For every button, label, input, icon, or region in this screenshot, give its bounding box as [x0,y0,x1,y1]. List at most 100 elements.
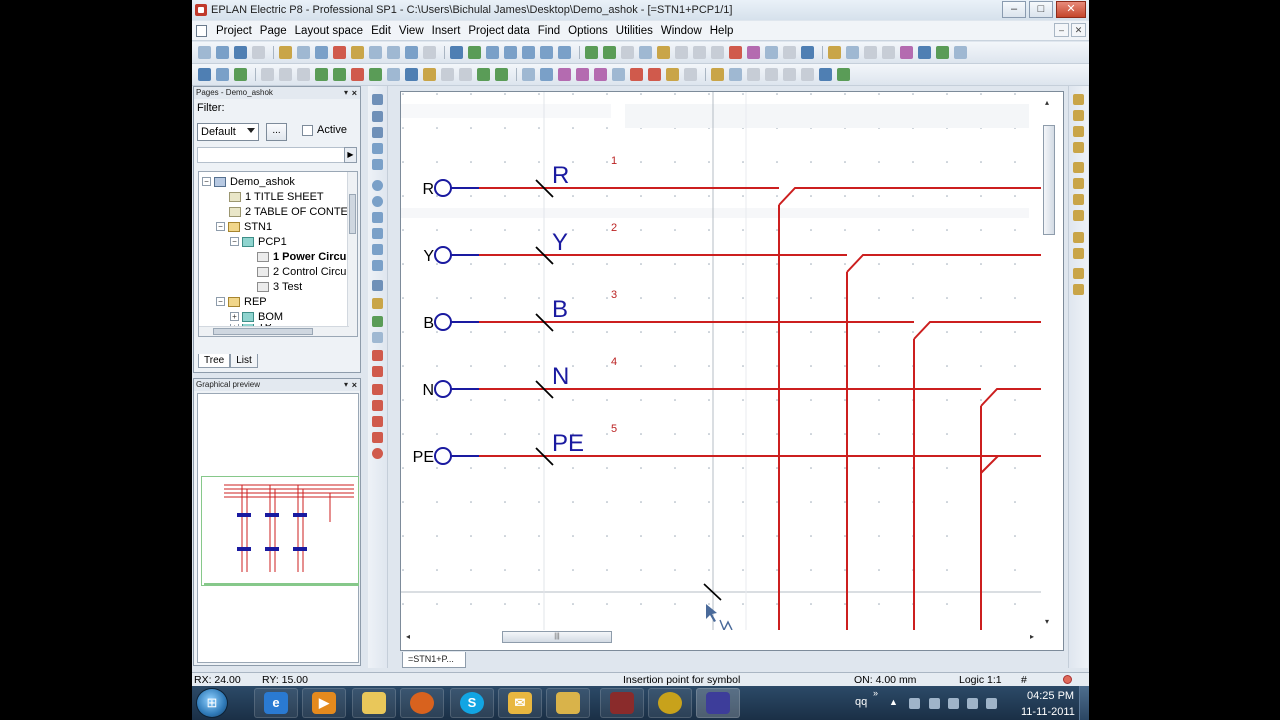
scroll-thumb[interactable]: ||| [502,631,612,643]
macro-icon[interactable] [612,68,625,81]
refresh-icon[interactable] [468,46,481,59]
dimension-icon[interactable] [765,68,778,81]
taskbar-media-player[interactable]: ▶ [302,688,346,718]
pointer-icon[interactable] [216,68,229,81]
measure-aligned-icon[interactable] [372,366,383,377]
menu-options[interactable]: Options [564,25,612,37]
taskbar-firefox[interactable] [400,688,444,718]
measure-icon[interactable] [846,46,859,59]
square-icon[interactable] [372,159,383,170]
polyline-icon[interactable] [372,111,383,122]
start-button[interactable]: ⊞ [196,688,228,718]
scroll-left-icon[interactable]: ◂ [406,632,410,641]
menu-window[interactable]: Window [657,25,706,37]
document-tab[interactable]: =STN1+P... [402,652,466,668]
image-icon[interactable] [729,68,742,81]
corner-up-icon[interactable] [1073,142,1084,153]
layer-icon[interactable] [801,46,814,59]
scroll-thumb[interactable] [349,194,356,234]
plc-connection-icon[interactable] [594,68,607,81]
grid-c-icon[interactable] [711,46,724,59]
scroll-thumb[interactable] [213,328,313,335]
sync-icon[interactable] [967,698,978,709]
tee-up-icon[interactable] [1073,210,1084,221]
collapse-icon[interactable]: − [216,297,225,306]
format-painter-icon[interactable] [351,46,364,59]
reference-icon[interactable] [819,68,832,81]
network-icon[interactable] [929,698,940,709]
tree-item[interactable]: 1 TITLE SHEET [229,189,324,204]
menu-project[interactable]: Project [212,25,256,37]
copy-icon[interactable] [297,46,310,59]
new-project-icon[interactable] [198,46,211,59]
tree-item[interactable]: − STN1 [216,219,272,234]
page-macro-icon[interactable] [684,68,697,81]
measure-baseline-icon[interactable] [372,416,383,427]
spline-icon[interactable] [372,244,383,255]
measure-angle-icon[interactable] [372,432,383,443]
potential-icon[interactable] [333,68,346,81]
document-close-button[interactable]: ✕ [1071,23,1086,37]
grid-b-icon[interactable] [693,46,706,59]
tree-item[interactable]: 2 TABLE OF CONTENTS [229,204,357,219]
tree-vertical-scrollbar[interactable] [347,172,357,336]
clock-date[interactable]: 11-11-2011 [1021,706,1075,718]
taskbar-explorer[interactable] [546,688,590,718]
menu-page[interactable]: Page [256,25,291,37]
cursor-icon[interactable] [918,46,931,59]
corner-connection-icon[interactable] [1073,94,1084,105]
black-box-icon[interactable] [522,68,535,81]
zoom-all-icon[interactable] [540,46,553,59]
measure-line-icon[interactable] [372,350,383,361]
rectangle-icon[interactable] [783,46,796,59]
dimension-icon[interactable] [372,280,383,291]
zoom-previous-icon[interactable] [558,46,571,59]
polyline-icon[interactable] [801,68,814,81]
tee-left-icon[interactable] [1073,194,1084,205]
menu-insert[interactable]: Insert [428,25,465,37]
table-view-icon[interactable] [864,46,877,59]
display-icon[interactable] [948,698,959,709]
collapse-icon[interactable]: − [202,177,211,186]
image-icon[interactable] [372,316,383,327]
tab-list[interactable]: List [230,354,258,368]
active-checkbox[interactable] [302,125,313,136]
shield-icon[interactable] [423,68,436,81]
minimize-button[interactable]: – [1002,1,1026,18]
pin-icon[interactable]: ▾ [344,87,348,99]
tee-right-icon[interactable] [1073,178,1084,189]
arc-icon[interactable] [372,212,383,223]
measure-chain-icon[interactable] [372,384,383,395]
previous-page-icon[interactable] [585,46,598,59]
angle-icon[interactable] [495,68,508,81]
cross-icon[interactable] [1073,232,1084,243]
ellipse-icon[interactable] [372,196,383,207]
wire-b-icon[interactable] [279,68,292,81]
tree-horizontal-scrollbar[interactable] [199,326,349,336]
paste-icon[interactable] [315,46,328,59]
menu-project-data[interactable]: Project data [464,25,533,37]
taskbar-outlook[interactable]: ✉ [498,688,542,718]
menu-view[interactable]: View [395,25,428,37]
collapse-icon[interactable]: − [216,222,225,231]
document-icon[interactable] [196,24,207,37]
menu-find[interactable]: Find [534,25,564,37]
connector-icon[interactable] [369,68,382,81]
tray-expand-icon[interactable]: » [873,688,878,698]
polygon-icon[interactable] [372,127,383,138]
tree-item[interactable]: 3 Test [257,279,302,294]
close-project-icon[interactable] [234,46,247,59]
window-macro-icon[interactable] [648,68,661,81]
break-point-icon[interactable] [1073,268,1084,279]
plc-card-icon[interactable] [576,68,589,81]
collapse-icon[interactable]: − [230,237,239,246]
hyperlink-icon[interactable] [747,68,760,81]
close-panel-icon[interactable]: × [352,87,357,99]
flag-icon[interactable] [909,698,920,709]
plugin-icon[interactable] [234,68,247,81]
terminal-icon[interactable] [315,68,328,81]
menu-layout-space[interactable]: Layout space [291,25,367,37]
menu-edit[interactable]: Edit [367,25,395,37]
taskbar-internet-explorer[interactable]: e [254,688,298,718]
cut-icon[interactable] [279,46,292,59]
